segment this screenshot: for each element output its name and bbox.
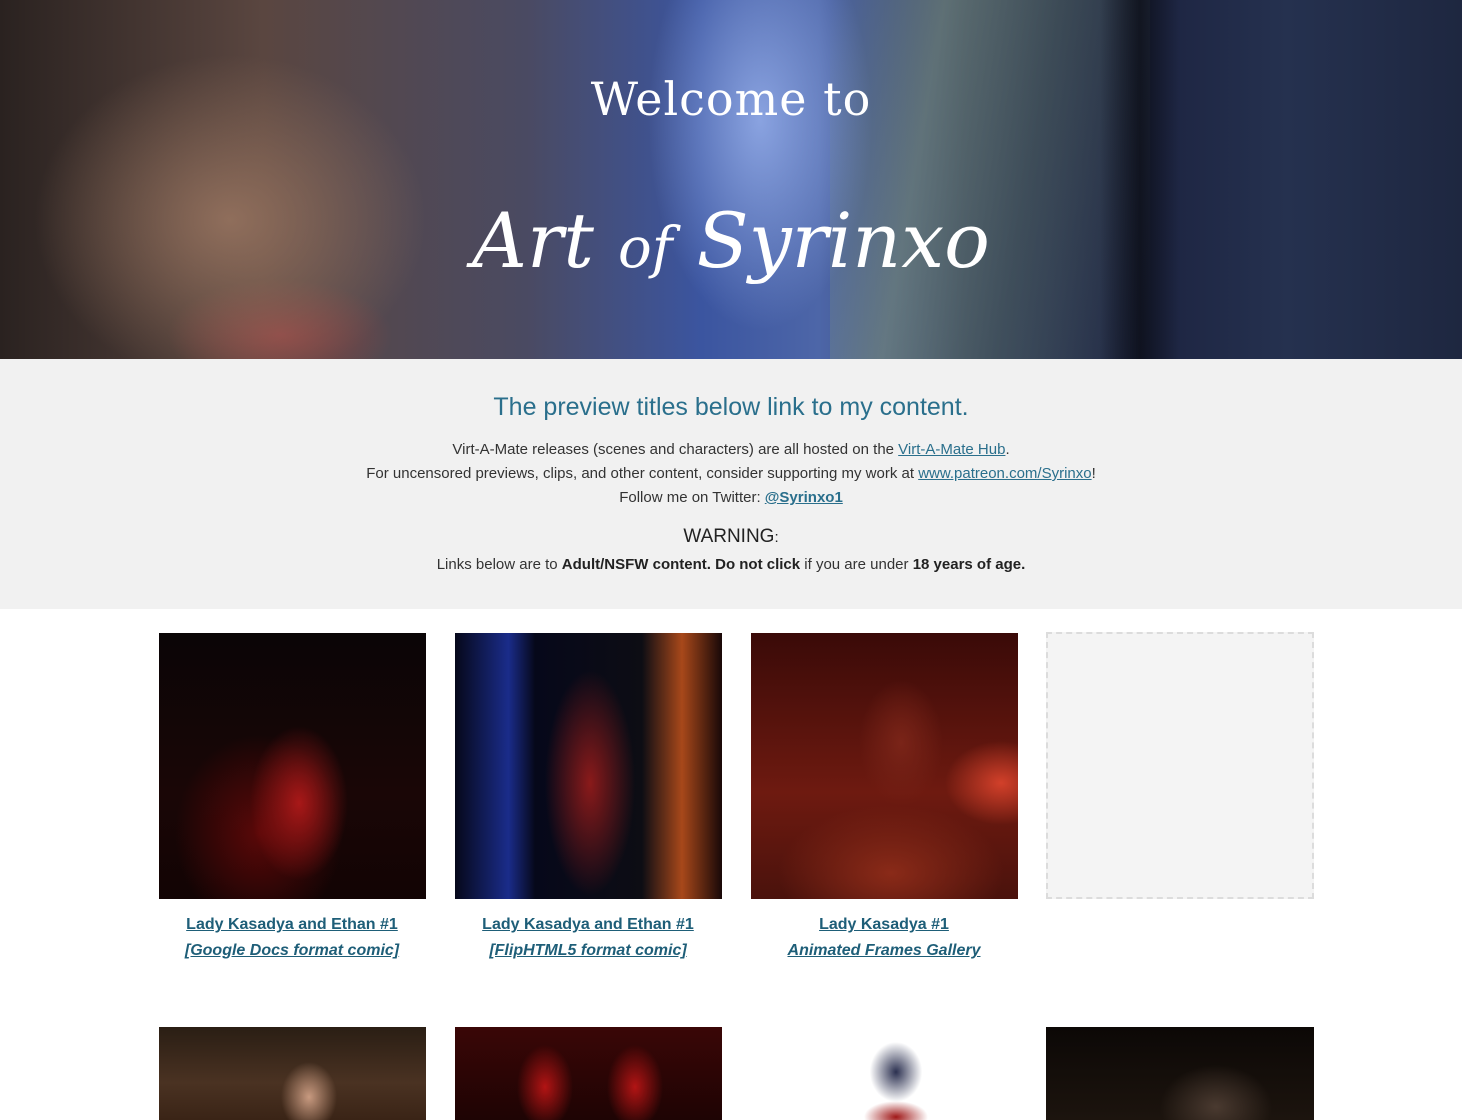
info-line-vam: Virt-A-Mate releases (scenes and charact… <box>0 441 1462 458</box>
empty-placeholder-tile <box>1046 632 1314 899</box>
preview-image-comic-fliphtml5[interactable] <box>455 633 722 899</box>
info-line-vam-text: Virt-A-Mate releases (scenes and charact… <box>452 441 899 458</box>
item-3-subtitle-link[interactable]: Animated Frames Gallery <box>736 938 1032 964</box>
item-2-subtitle-link[interactable]: [FlipHTML5 format comic] <box>440 938 736 964</box>
warning-colon: : <box>774 529 779 546</box>
warning-bold-age: 18 years of age. <box>912 556 1026 573</box>
preview-image-row2-4[interactable] <box>1046 1027 1314 1120</box>
site-title-of: of <box>618 216 673 281</box>
info-heading: The preview titles below link to my cont… <box>493 393 969 421</box>
twitter-link[interactable]: @Syrinxo1 <box>765 489 843 506</box>
info-line-patreon: For uncensored previews, clips, and othe… <box>0 465 1462 482</box>
info-line-patreon-end: ! <box>1091 465 1096 482</box>
warning-bold-nsfw: Adult/NSFW content. Do not click <box>561 556 801 573</box>
site-title-part1: Art <box>472 196 594 285</box>
warning-pre: Links below are to <box>436 556 562 573</box>
character-figure <box>851 1032 941 1120</box>
preview-image-row2-1[interactable] <box>159 1027 426 1120</box>
preview-image-row2-2[interactable] <box>455 1027 722 1120</box>
item-1-title-link[interactable]: Lady Kasadya and Ethan #1 <box>144 912 440 938</box>
site-title-part2: Syrinxo <box>696 196 990 285</box>
info-line-patreon-text: For uncensored previews, clips, and othe… <box>366 465 919 482</box>
info-line-twitter-text: Follow me on Twitter: <box>619 489 765 506</box>
preview-image-row2-3[interactable] <box>751 1027 1018 1120</box>
vam-hub-link[interactable]: Virt-A-Mate Hub <box>898 441 1005 458</box>
warning-title-text: WARNING <box>683 526 775 547</box>
warning-mid: if you are under <box>800 556 913 573</box>
preview-image-animated-gallery[interactable] <box>751 633 1018 899</box>
info-line-twitter: Follow me on Twitter: @Syrinxo1 <box>0 489 1462 506</box>
hero-banner: Welcome to Art of Syrinxo <box>0 0 1462 359</box>
patreon-link[interactable]: www.patreon.com/Syrinxo <box>918 465 1091 482</box>
preview-image-comic-google-docs[interactable] <box>159 633 426 899</box>
warning-text: Links below are to Adult/NSFW content. D… <box>0 556 1462 573</box>
caption-item-3: Lady Kasadya #1 Animated Frames Gallery <box>736 912 1032 964</box>
hero-welcome: Welcome to <box>590 72 872 126</box>
item-1-subtitle-link[interactable]: [Google Docs format comic] <box>144 938 440 964</box>
item-2-title-link[interactable]: Lady Kasadya and Ethan #1 <box>440 912 736 938</box>
caption-item-2: Lady Kasadya and Ethan #1 [FlipHTML5 for… <box>440 912 736 964</box>
warning-title: WARNING: <box>0 526 1462 548</box>
site-title: Art of Syrinxo <box>0 196 1462 285</box>
info-line-vam-end: . <box>1005 441 1010 458</box>
hero-image-frame <box>1100 0 1180 359</box>
item-3-title-link[interactable]: Lady Kasadya #1 <box>736 912 1032 938</box>
caption-item-1: Lady Kasadya and Ethan #1 [Google Docs f… <box>144 912 440 964</box>
info-section: The preview titles below link to my cont… <box>0 359 1462 609</box>
